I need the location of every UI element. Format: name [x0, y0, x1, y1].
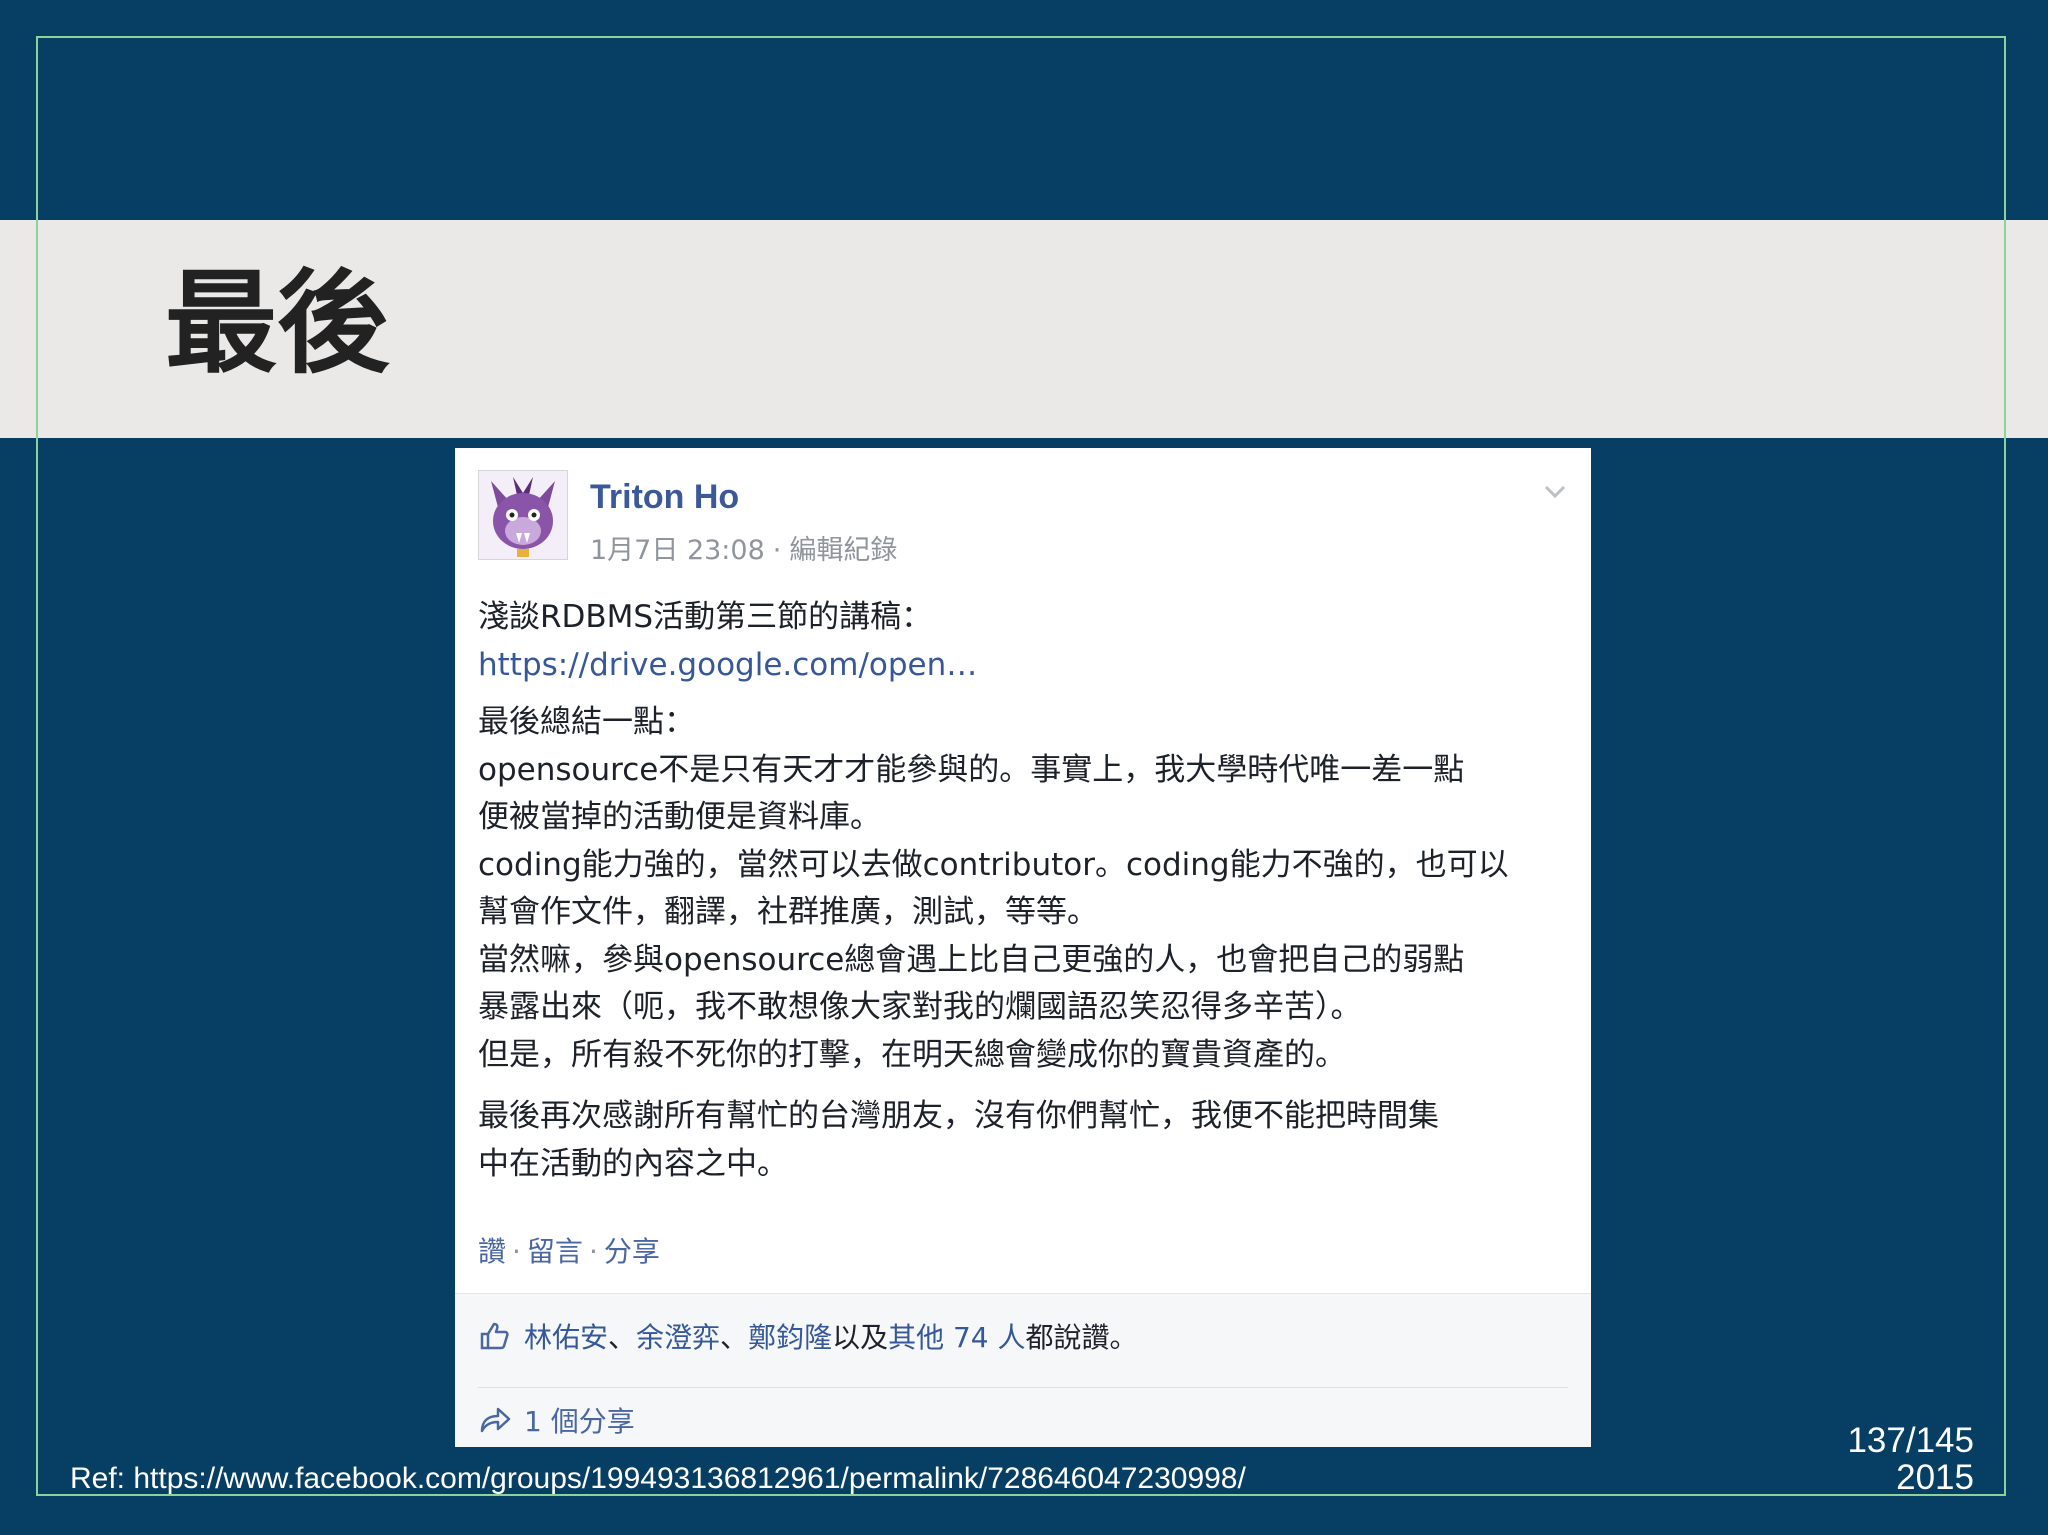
likes-suffix: 都說讚。 — [1025, 1321, 1138, 1354]
post-line: 但是，所有殺不死你的打擊，在明天總會變成你的寶貴資產的。 — [478, 1036, 1346, 1073]
other-likers-link[interactable]: 其他 74 人 — [888, 1316, 1025, 1356]
post-body: 淺談RDBMS活動第三節的講稿： https://drive.google.co… — [478, 594, 1578, 1188]
post-line: 最後再次感謝所有幫忙的台灣朋友，沒有你們幫忙，我便不能把時間集 — [478, 1098, 1439, 1134]
post-meta: 1月7日 23:08 · 編輯紀錄 — [590, 528, 897, 567]
share-action[interactable]: 分享 — [604, 1235, 660, 1268]
reference-footer: Ref: https://www.facebook.com/groups/199… — [70, 1462, 1246, 1495]
liker-name[interactable]: 余澄弈 — [636, 1316, 720, 1356]
post-line: 幫會作文件，翻譯，社群推廣，測試，等等。 — [478, 894, 1098, 930]
chevron-down-icon[interactable] — [1540, 476, 1570, 506]
action-separator: · — [512, 1235, 521, 1268]
liker-name[interactable]: 鄭鈞隆 — [748, 1316, 832, 1356]
likes-summary: 林佑安、余澄弈、鄭鈞隆 以及 其他 74 人都說讚。 — [478, 1316, 1138, 1356]
post-line: 暴露出來（呃，我不敢想像大家對我的爛國語忍笑忍得多辛苦）。 — [478, 989, 1362, 1025]
post-timestamp[interactable]: 1月7日 23:08 — [590, 535, 765, 566]
purple-cat-avatar-icon[interactable] — [478, 470, 568, 560]
likes-divider — [478, 1387, 1568, 1388]
name-delimiter: 、 — [608, 1321, 637, 1354]
action-separator: · — [588, 1235, 598, 1268]
like-action[interactable]: 讚 — [478, 1235, 506, 1268]
post-line: 便被當掉的活動便是資料庫。 — [478, 799, 881, 835]
post-line: opensource不是只有天才才能參與的。事實上，我大學時代唯一差一點 — [478, 751, 1465, 788]
post-intro: 淺談RDBMS活動第三節的講稿： — [478, 599, 933, 635]
liker-name[interactable]: 林佑安 — [524, 1316, 608, 1356]
shares-count[interactable]: 1 個分享 — [478, 1400, 635, 1440]
thumbs-up-icon[interactable] — [478, 1320, 510, 1352]
share-arrow-icon — [480, 1407, 511, 1433]
post-line: coding能力強的，當然可以去做contributor。coding能力不強的… — [478, 846, 1509, 883]
edit-history-link[interactable]: 編輯紀錄 — [789, 535, 897, 566]
post-line: 當然嘛，參與opensource總會遇上比自己更強的人，也會把自己的弱點 — [478, 941, 1465, 978]
meta-separator: · — [772, 535, 782, 566]
post-author-name[interactable]: Triton Ho — [590, 478, 739, 517]
likes-section: 林佑安、余澄弈、鄭鈞隆 以及 其他 74 人都說讚。 1 個分享 — [455, 1293, 1591, 1447]
page-number-block: 137/145 2015 — [1780, 1422, 1974, 1496]
post-actions: 讚 · 留言 · 分享 — [478, 1230, 660, 1270]
slide-year: 2015 — [1896, 1458, 1974, 1497]
facebook-post-card: Triton Ho 1月7日 23:08 · 編輯紀錄 淺談RDBMS活動第三節的講… — [455, 448, 1591, 1447]
drive-link[interactable]: https://drive.google.com/open… — [478, 642, 1578, 690]
page-number: 137/145 — [1847, 1421, 1974, 1460]
shares-label: 1 個分享 — [524, 1405, 635, 1438]
post-line: 最後總結一點： — [478, 704, 695, 740]
likes-conjunction: 以及 — [832, 1321, 889, 1354]
comment-action[interactable]: 留言 — [527, 1235, 583, 1268]
name-delimiter: 、 — [720, 1321, 749, 1354]
post-line: 中在活動的內容之中。 — [478, 1145, 788, 1182]
slide-title: 最後 — [165, 259, 389, 389]
